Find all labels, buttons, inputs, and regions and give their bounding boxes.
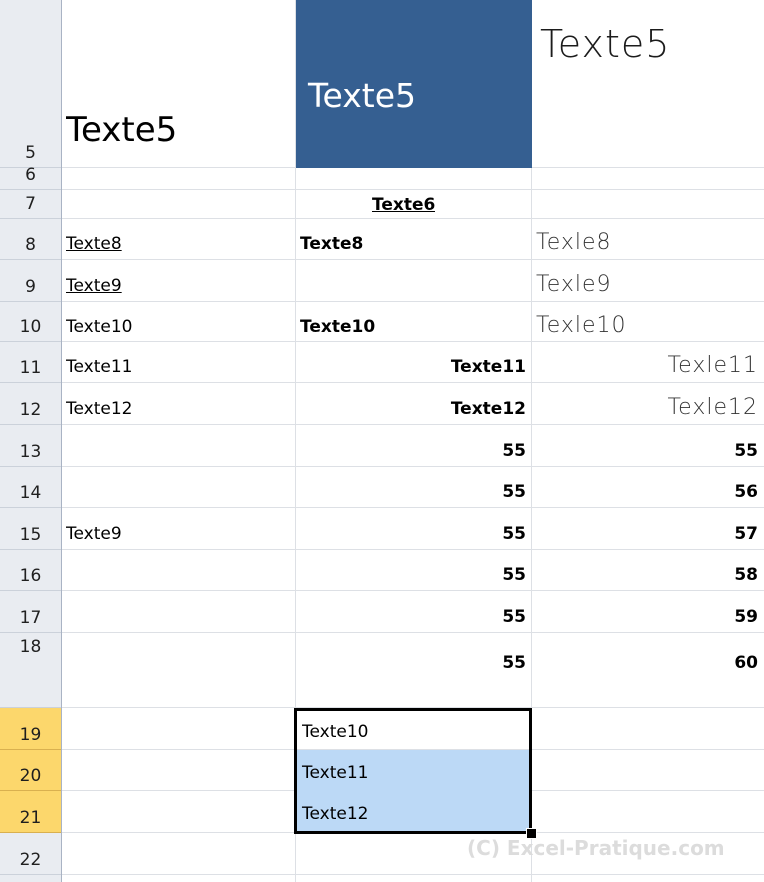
cell-c7[interactable]: Texte6 xyxy=(372,195,435,215)
row-header-20[interactable]: 20 xyxy=(0,750,61,791)
cell-c14[interactable]: 55 xyxy=(296,482,532,502)
row-header-10[interactable]: 10 xyxy=(0,302,61,342)
cell-c18[interactable]: 55 xyxy=(296,653,532,673)
cell-c15[interactable]: 55 xyxy=(296,524,532,544)
row-header-13[interactable]: 13 xyxy=(0,425,61,467)
cell-d12[interactable]: Texle12 xyxy=(532,395,764,420)
row-5: Texte5 Texte5 Texte5 xyxy=(62,0,764,168)
cell-d8[interactable]: Texle8 xyxy=(536,230,612,255)
row-7: Texte6 xyxy=(62,190,764,219)
row-header-21[interactable]: 21 xyxy=(0,791,61,833)
cell-b10[interactable]: Texte10 xyxy=(66,317,132,337)
row-header-18[interactable]: 18 xyxy=(0,633,61,708)
cell-c13[interactable]: 55 xyxy=(296,441,532,461)
row-header-15[interactable]: 15 xyxy=(0,508,61,550)
row-10: Texte10 Texte10 Texle10 xyxy=(62,302,764,342)
cell-c11[interactable]: Texte11 xyxy=(296,357,532,377)
cell-d10[interactable]: Texle10 xyxy=(536,313,627,338)
cell-b5[interactable]: Texte5 xyxy=(66,110,177,150)
cell-c16[interactable]: 55 xyxy=(296,565,532,585)
row-header-16[interactable]: 16 xyxy=(0,550,61,591)
row-16: 55 58 xyxy=(62,550,764,591)
cell-d16[interactable]: 58 xyxy=(532,565,764,585)
row-18: 55 60 xyxy=(62,633,764,708)
cell-b15[interactable]: Texte9 xyxy=(66,524,122,544)
row-header-8[interactable]: 8 xyxy=(0,219,61,260)
row-header-11[interactable]: 11 xyxy=(0,342,61,383)
cell-c10[interactable]: Texte10 xyxy=(300,317,375,337)
row-header-12[interactable]: 12 xyxy=(0,383,61,425)
cell-b12[interactable]: Texte12 xyxy=(66,399,132,419)
cell-d11[interactable]: Texle11 xyxy=(532,353,764,378)
spreadsheet-grid: 5 Texte5 Texte5 Texte5 6 7 Texte6 8 Text… xyxy=(0,0,764,882)
cell-c5-text: Texte5 xyxy=(308,76,417,115)
cell-d15[interactable]: 57 xyxy=(532,524,764,544)
cell-c17[interactable]: 55 xyxy=(296,607,532,627)
row-header-19[interactable]: 19 xyxy=(0,708,61,750)
cell-d5[interactable]: Texte5 xyxy=(540,22,764,66)
row-header-5[interactable]: 5 xyxy=(0,0,61,168)
cell-d18[interactable]: 60 xyxy=(532,653,764,673)
row-14: 55 56 xyxy=(62,467,764,508)
row-8: Texte8 Texte8 Texle8 xyxy=(62,219,764,260)
row-header-9[interactable]: 9 xyxy=(0,260,61,302)
row-17: 55 59 xyxy=(62,591,764,633)
row-11: Texte11 Texte11 Texle11 xyxy=(62,342,764,383)
row-12: Texte12 Texte12 Texle12 xyxy=(62,383,764,425)
cell-d14[interactable]: 56 xyxy=(532,482,764,502)
cell-c12[interactable]: Texte12 xyxy=(296,399,532,419)
row-9: Texte9 Texle9 xyxy=(62,260,764,302)
watermark: (C) Excel-Pratique.com xyxy=(467,836,725,860)
cell-b11[interactable]: Texte11 xyxy=(66,357,132,377)
cell-b8[interactable]: Texte8 xyxy=(66,234,122,254)
selection-range[interactable] xyxy=(294,708,532,834)
cell-d13[interactable]: 55 xyxy=(532,441,764,461)
cell-d9[interactable]: Texle9 xyxy=(536,272,612,297)
cell-c5[interactable]: Texte5 xyxy=(296,0,532,168)
row-13: 55 55 xyxy=(62,425,764,467)
row-header-6[interactable]: 6 xyxy=(0,165,61,190)
row-header-7[interactable]: 7 xyxy=(0,190,61,219)
row-header-17[interactable]: 17 xyxy=(0,591,61,633)
cell-b9[interactable]: Texte9 xyxy=(66,276,122,296)
row-15: Texte9 55 57 xyxy=(62,508,764,550)
row-6 xyxy=(62,168,764,190)
row-header-22[interactable]: 22 xyxy=(0,833,61,875)
row-header-14[interactable]: 14 xyxy=(0,467,61,508)
cell-d17[interactable]: 59 xyxy=(532,607,764,627)
cell-c8[interactable]: Texte8 xyxy=(300,234,363,254)
